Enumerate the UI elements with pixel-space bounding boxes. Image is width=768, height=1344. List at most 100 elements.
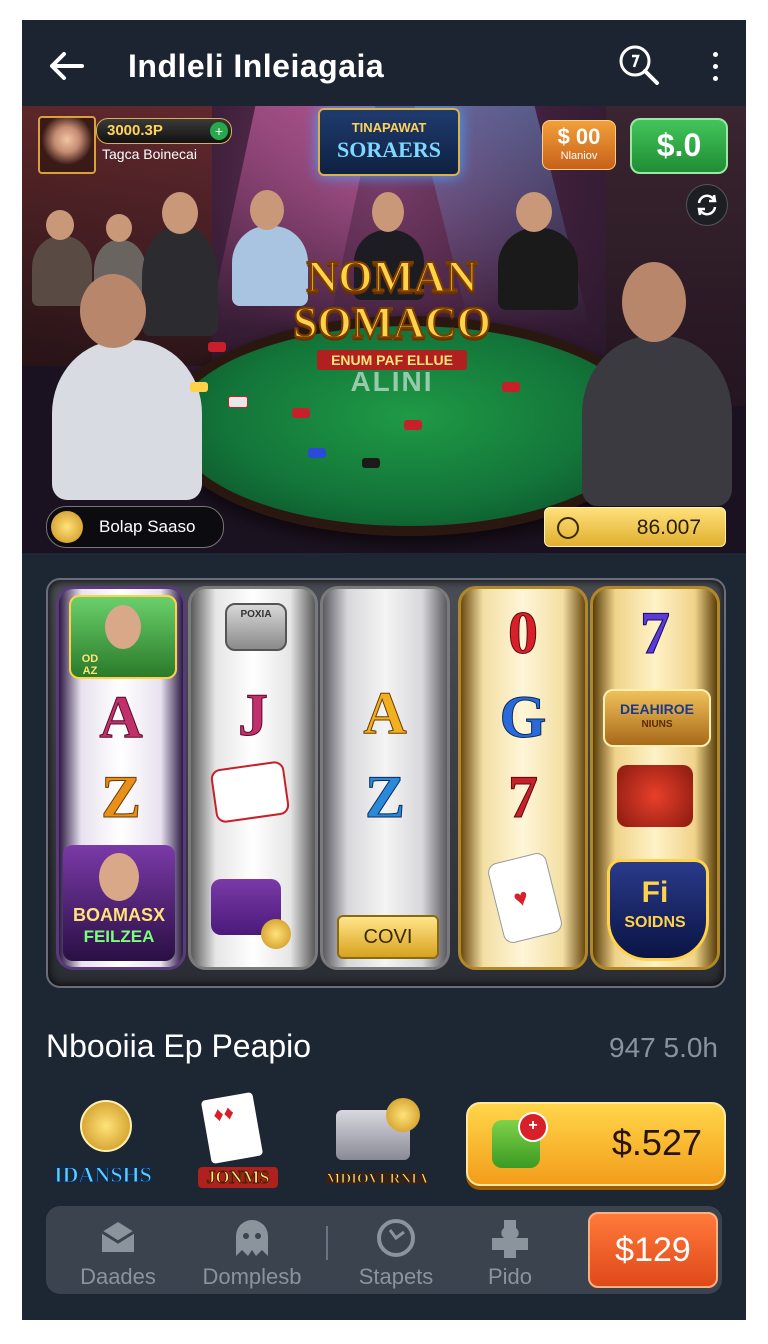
- coin-symbol: [261, 919, 291, 949]
- bonus-label-line2: FEILZEA: [83, 927, 155, 946]
- nav-item-pido[interactable]: Pido: [450, 1216, 570, 1289]
- slot-machine[interactable]: OD AZ A Z BOAMASX FEILZEA POXIA J A Z CO…: [46, 578, 726, 988]
- sign-line2: SORAERS: [337, 137, 441, 162]
- section-meta: 947 5.0h: [609, 1032, 718, 1063]
- player-head: [622, 262, 686, 342]
- reel-symbol: A: [363, 680, 407, 746]
- cash-button[interactable]: $.0: [630, 118, 728, 174]
- bonus-badge: DEAHIROE NIUNS: [603, 689, 711, 747]
- reel-symbol: 7: [508, 764, 539, 830]
- poker-chip: [362, 458, 380, 468]
- poker-chip: [292, 408, 310, 418]
- slot-reel-1: OD AZ A Z BOAMASX FEILZEA: [56, 586, 186, 970]
- player-figure: [582, 336, 732, 506]
- poker-chip: [404, 420, 422, 430]
- bonus-season-label: Bolap Saaso: [99, 517, 196, 536]
- player-head: [372, 192, 404, 232]
- hero-banner[interactable]: TINAPAWAT SORAERS NOMAN SOMACO ENUM PAF …: [22, 106, 746, 553]
- reel-symbol: J: [238, 682, 269, 748]
- playing-cards-icon: ♦♦: [200, 1091, 264, 1165]
- nav-item-label: Pido: [487, 1264, 533, 1289]
- game-tile-label: MDIOVERNIA: [326, 1171, 429, 1188]
- gift-icon: +: [492, 1112, 548, 1168]
- spectator-head: [46, 210, 74, 240]
- diamond-icon: ♦♦: [211, 1101, 236, 1127]
- bonus-badge-label: DEAHIROE: [620, 701, 694, 717]
- casino-sign: TINAPAWAT SORAERS: [318, 108, 460, 176]
- player-figure: [52, 340, 202, 500]
- player-figure: [142, 226, 218, 336]
- player-head: [250, 190, 284, 230]
- nav-item-label: Daades: [80, 1264, 156, 1289]
- player-name: Tagca Boinecai: [102, 146, 197, 162]
- slot-reel-5: 7 DEAHIROE NIUNS Fi SOIDNS: [590, 586, 720, 970]
- refresh-button[interactable]: [686, 184, 728, 226]
- more-options-button[interactable]: [698, 46, 732, 86]
- nav-item-domplesb[interactable]: Domplesb: [192, 1216, 312, 1289]
- add-funds-icon[interactable]: +: [210, 122, 228, 140]
- notification-badge: +: [518, 1112, 548, 1142]
- trophy-icon: [51, 511, 83, 543]
- nav-item-stapets[interactable]: Stapets: [336, 1216, 456, 1289]
- section-title: Nbooiia Ep Peapio: [46, 1028, 312, 1064]
- game-tile-1[interactable]: IDANSHS: [42, 1094, 164, 1190]
- shield-label-line2: SOIDNS: [624, 914, 686, 931]
- bottom-navigation: Daades Domplesb Stapets Pido $129: [46, 1206, 722, 1294]
- search-icon: [619, 45, 659, 85]
- nav-divider: [326, 1226, 328, 1260]
- avatar: [38, 116, 96, 174]
- poker-chip: [208, 342, 226, 352]
- poker-chip: [228, 396, 248, 408]
- reel-symbol: 7: [640, 600, 671, 666]
- timer-value: 86.007: [636, 516, 701, 539]
- poker-chip: [308, 448, 326, 458]
- back-button[interactable]: [44, 46, 88, 86]
- shield-label-line1: Fi: [641, 876, 669, 909]
- logo-line1: NOMAN: [305, 252, 478, 301]
- bonus-badge-sub: NIUNS: [641, 719, 673, 730]
- shield-symbol: Fi SOIDNS: [607, 859, 709, 961]
- nav-item-daades[interactable]: Daades: [58, 1216, 178, 1289]
- slot-reel-2: POXIA J: [188, 586, 318, 970]
- top-app-bar: Indleli Inleiagaia: [22, 20, 746, 108]
- bonus-season-button[interactable]: Bolap Saaso: [46, 506, 224, 548]
- heart-icon: ♥: [510, 883, 532, 914]
- nav-purchase-button[interactable]: $129: [588, 1212, 718, 1288]
- bonus-label-line1: BOAMASX: [72, 905, 165, 925]
- ghost-icon: [236, 1220, 268, 1256]
- player-head: [80, 274, 146, 348]
- coin-button-value: $ 00: [557, 124, 601, 149]
- app-screen: Indleli Inleiagaia TINAPAWAT SORAERS NOM…: [22, 20, 746, 1320]
- search-button[interactable]: [616, 42, 662, 88]
- game-logo: NOMAN SOMACO ENUM PAF ELLUE ALINI: [262, 252, 522, 398]
- reel-symbol: 0: [508, 600, 539, 666]
- reel-symbol: A: [99, 684, 143, 750]
- playing-card-symbol: ♥: [485, 850, 565, 946]
- reel-symbol: G: [499, 684, 547, 750]
- page-title: Indleli Inleiagaia: [128, 48, 385, 84]
- spectator-head: [106, 214, 132, 242]
- chest-label: POXIA: [240, 609, 272, 620]
- game-tile-2[interactable]: ♦♦ JONMS: [182, 1091, 292, 1190]
- bonus-symbol: BOAMASX FEILZEA: [63, 845, 175, 961]
- buy-button-value: $.527: [611, 1122, 702, 1163]
- character-portrait: [99, 853, 139, 901]
- coin-button[interactable]: $ 00 Nlaniov: [542, 120, 616, 170]
- refresh-icon: [697, 194, 717, 216]
- balance-pill: 3000.3P +: [96, 118, 232, 144]
- sign-line1: TINAPAWAT: [351, 120, 427, 135]
- box-icon: [101, 1222, 135, 1252]
- player-head: [516, 192, 552, 232]
- game-tile-3[interactable]: MDIOVERNIA: [312, 1094, 442, 1190]
- gem-symbol: [617, 765, 693, 827]
- character-portrait: [105, 605, 141, 649]
- logo-line3: ALINI: [350, 366, 434, 397]
- covi-button[interactable]: COVI: [337, 915, 439, 959]
- player-card[interactable]: 3000.3P + Tagca Boinecai: [38, 116, 234, 174]
- jackpot-timer[interactable]: 86.007: [544, 507, 726, 547]
- coin-button-label: Nlaniov: [560, 150, 598, 162]
- coin-icon: [386, 1098, 420, 1132]
- buy-button[interactable]: + $.527: [466, 1102, 726, 1186]
- balance-value: 3000.3P: [107, 122, 163, 139]
- refresh-icon: [377, 1219, 415, 1257]
